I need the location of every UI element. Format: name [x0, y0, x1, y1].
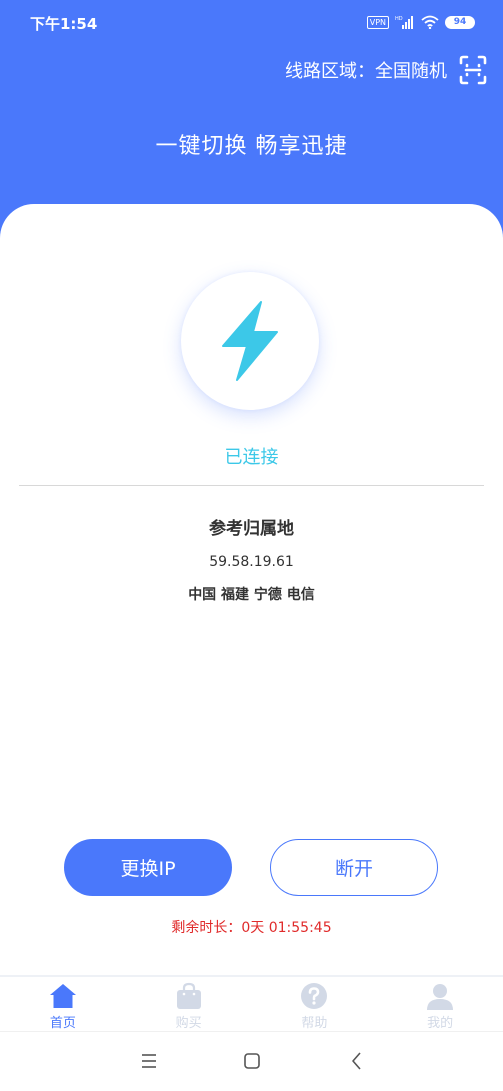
status-time: 下午1:54	[30, 15, 98, 33]
ref-location-title: 参考归属地	[209, 519, 294, 539]
battery-icon: 94	[445, 15, 475, 29]
menu-icon[interactable]	[139, 1051, 159, 1071]
region-selector[interactable]: 线路区域：全国随机	[285, 54, 489, 86]
tab-label: 首页	[49, 1016, 76, 1031]
remaining-time: 剩余时长：0天 01:55:45	[171, 920, 332, 936]
user-icon	[427, 984, 454, 1010]
vpn-icon: VPN	[366, 15, 389, 29]
change-ip-button[interactable]: 更换IP	[64, 839, 232, 896]
back-icon[interactable]	[347, 1051, 367, 1071]
divider	[19, 485, 484, 486]
tab-label: 帮助	[301, 1016, 328, 1031]
svg-text:HD: HD	[395, 16, 403, 22]
ip-location: 中国 福建 宁德 电信	[188, 587, 315, 603]
tab-help[interactable]: 帮助	[252, 977, 378, 1031]
tab-label: 购买	[175, 1016, 202, 1031]
ip-address: 59.58.19.61	[209, 554, 294, 570]
bottom-tabbar: 首页 购买 帮助 我的	[0, 977, 503, 1031]
scan-icon[interactable]	[457, 54, 489, 86]
help-icon	[301, 983, 328, 1009]
region-label: 线路区域：全国随机	[285, 61, 447, 82]
home-square-icon[interactable]	[242, 1051, 262, 1071]
wifi-icon	[421, 15, 439, 29]
system-nav-bar	[0, 1031, 503, 1091]
connect-toggle[interactable]	[181, 272, 319, 410]
hd-signal-icon: HD	[395, 16, 413, 29]
home-icon	[49, 984, 76, 1008]
tab-home[interactable]: 首页	[0, 977, 126, 1031]
lightning-icon	[222, 301, 278, 381]
shopping-bag-icon	[176, 982, 201, 1009]
tab-mine[interactable]: 我的	[377, 977, 503, 1031]
tab-label: 我的	[427, 1016, 454, 1031]
connection-status: 已连接	[224, 447, 279, 468]
slogan: 一键切换 畅享迅捷	[155, 134, 348, 159]
disconnect-button[interactable]: 断开	[270, 839, 438, 896]
status-icons: VPN HD 94	[366, 12, 475, 32]
tab-buy[interactable]: 购买	[126, 977, 252, 1031]
status-bar: 下午1:54 VPN HD 94	[0, 0, 503, 44]
